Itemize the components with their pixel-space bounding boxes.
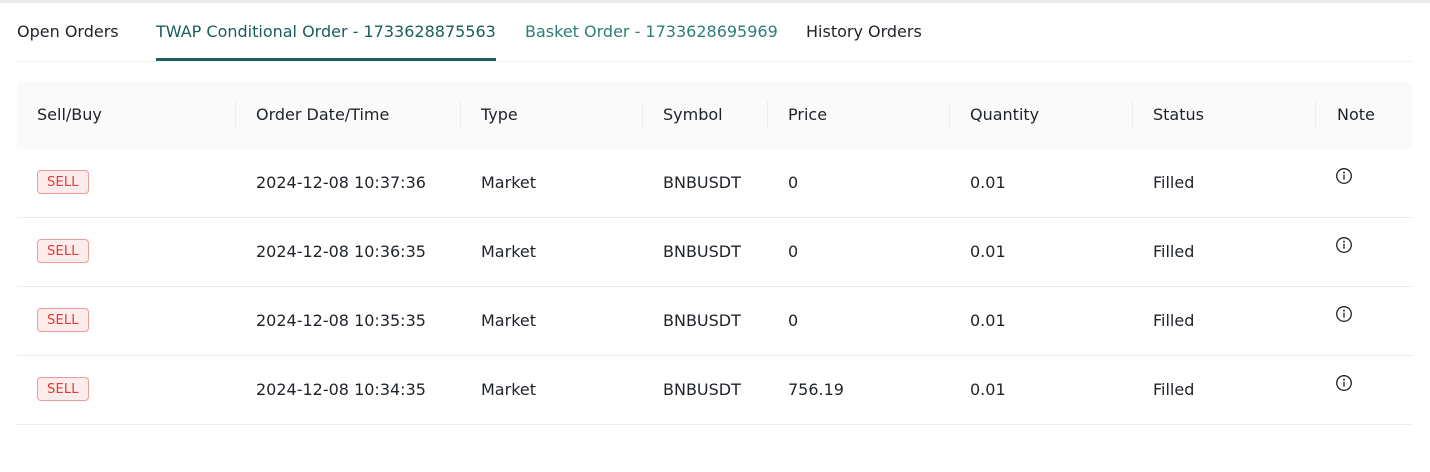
tab-basket-order[interactable]: Basket Order - 1733628695969 [525,22,778,42]
order-quantity: 0.01 [970,173,1006,192]
order-type: Market [481,242,536,261]
sell-badge: SELL [37,239,89,263]
order-status: Filled [1153,380,1195,399]
table-row: SELL 2024-12-08 10:35:35 Market BNBUSDT … [17,287,1412,356]
header-note: Note [1337,105,1375,124]
order-price: 756.19 [788,380,844,399]
order-status: Filled [1153,242,1195,261]
sell-badge: SELL [37,170,89,194]
sell-badge: SELL [37,377,89,401]
header-divider [460,101,461,129]
tab-open-orders[interactable]: Open Orders [17,22,119,42]
header-sell-buy: Sell/Buy [37,105,102,124]
table-row: SELL 2024-12-08 10:36:35 Market BNBUSDT … [17,218,1412,287]
header-price: Price [788,105,828,124]
order-quantity: 0.01 [970,242,1006,261]
sell-badge: SELL [37,308,89,332]
header-order-datetime: Order Date/Time [256,105,390,124]
header-divider [1132,101,1133,129]
order-datetime: 2024-12-08 10:34:35 [256,380,426,399]
order-price: 0 [788,173,799,192]
header-divider [235,101,236,129]
order-quantity: 0.01 [970,311,1006,330]
order-quantity: 0.01 [970,380,1006,399]
info-icon[interactable] [1335,374,1353,392]
order-datetime: 2024-12-08 10:35:35 [256,311,426,330]
order-type: Market [481,173,536,192]
header-status: Status [1153,105,1204,124]
table-row: SELL 2024-12-08 10:37:36 Market BNBUSDT … [17,149,1412,218]
order-tabs: Open Orders TWAP Conditional Order - 173… [17,0,1412,62]
order-datetime: 2024-12-08 10:36:35 [256,242,426,261]
info-icon[interactable] [1335,236,1353,254]
order-symbol: BNBUSDT [663,311,741,330]
order-status: Filled [1153,311,1195,330]
header-type: Type [481,105,518,124]
order-symbol: BNBUSDT [663,242,741,261]
header-divider [767,101,768,129]
tab-twap-conditional-order[interactable]: TWAP Conditional Order - 1733628875563 [156,22,496,61]
order-symbol: BNBUSDT [663,173,741,192]
header-divider [642,101,643,129]
tab-history-orders[interactable]: History Orders [806,22,922,42]
table-row: SELL 2024-12-08 10:34:35 Market BNBUSDT … [17,356,1412,425]
order-datetime: 2024-12-08 10:37:36 [256,173,426,192]
info-icon[interactable] [1335,305,1353,323]
order-type: Market [481,311,536,330]
active-tab-underline [156,58,496,61]
tab-twap-label: TWAP Conditional Order - 1733628875563 [156,22,496,41]
order-type: Market [481,380,536,399]
order-symbol: BNBUSDT [663,380,741,399]
orders-table: Sell/Buy Order Date/Time Type Symbol Pri… [17,81,1412,425]
table-header: Sell/Buy Order Date/Time Type Symbol Pri… [17,81,1412,149]
header-quantity: Quantity [970,105,1040,124]
order-status: Filled [1153,173,1195,192]
order-price: 0 [788,311,799,330]
info-icon[interactable] [1335,167,1353,185]
header-symbol: Symbol [663,105,723,124]
header-divider [1315,101,1316,129]
order-price: 0 [788,242,799,261]
header-divider [949,101,950,129]
